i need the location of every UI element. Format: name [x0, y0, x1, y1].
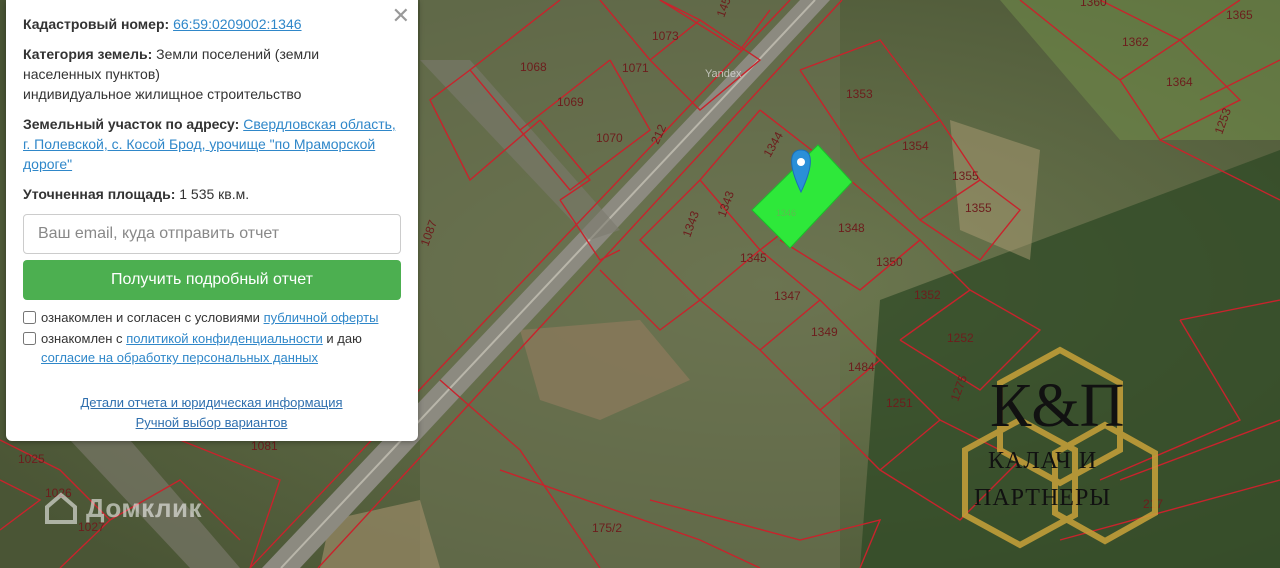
logo-line-1: КАЛАЧ И — [988, 448, 1098, 474]
parcel-info-panel: ✕ Кадастровый номер: 66:59:0209002:1346 … — [6, 0, 418, 441]
consent-offer-checkbox[interactable] — [23, 311, 36, 324]
category-label: Категория земель: — [23, 46, 153, 62]
parcel-label: 1068 — [520, 60, 547, 74]
area-row: Уточненная площадь: 1 535 кв.м. — [23, 184, 400, 204]
logo-line-2: ПАРТНЕРЫ — [974, 485, 1112, 511]
parcel-label: 1071 — [622, 61, 649, 75]
parcel-label: 1345 — [740, 251, 767, 265]
parcel-label: 1360 — [1080, 0, 1107, 9]
yandex-label: Yandex — [705, 68, 742, 80]
consent-offer-text: ознакомлен и согласен с условиями публич… — [41, 308, 378, 327]
manual-selection-link[interactable]: Ручной выбор вариантов — [136, 415, 288, 430]
consent-offer[interactable]: ознакомлен и согласен с условиями публич… — [23, 308, 400, 327]
parcel-label: 1355 — [965, 201, 992, 215]
consent-privacy-label-b: и даю — [326, 331, 362, 346]
domclick-watermark: Домклик — [44, 491, 202, 525]
public-offer-link[interactable]: публичной оферты — [264, 310, 379, 325]
area-value: 1 535 кв.м. — [179, 186, 250, 202]
parcel-label: 1362 — [1122, 35, 1149, 49]
area-label: Уточненная площадь: — [23, 186, 176, 202]
selected-parcel-label: 1346 — [776, 208, 796, 218]
parcel-label: 1252 — [947, 331, 974, 345]
parcel-label: 1364 — [1166, 75, 1193, 89]
consent-privacy-label-a: ознакомлен с — [41, 331, 123, 346]
report-details-link[interactable]: Детали отчета и юридическая информация — [80, 395, 342, 410]
parcel-label: 1073 — [652, 29, 679, 43]
consent-privacy[interactable]: ознакомлен с политикой конфиденциальност… — [23, 329, 400, 367]
category-use: индивидуальное жилищное строительство — [23, 86, 302, 102]
consent-privacy-text: ознакомлен с политикой конфиденциальност… — [41, 329, 400, 367]
watermark-text: Домклик — [86, 492, 202, 523]
privacy-policy-link[interactable]: политикой конфиденциальности — [126, 331, 323, 346]
category-row: Категория земель: Земли поселений (земли… — [23, 44, 400, 104]
domclick-logo-icon — [45, 492, 77, 524]
close-icon[interactable]: ✕ — [392, 4, 410, 28]
personal-data-link[interactable]: согласие на обработку персональных данны… — [41, 350, 318, 365]
parcel-label: 1365 — [1226, 8, 1253, 22]
parcel-label: 1349 — [811, 325, 838, 339]
parcel-label: 1070 — [596, 131, 623, 145]
parcel-label: 1081 — [251, 439, 278, 453]
logo-monogram: К&П — [990, 372, 1125, 440]
parcel-label: 1025 — [18, 452, 45, 466]
cadastral-row: Кадастровый номер: 66:59:0209002:1346 — [23, 14, 400, 34]
cadastral-number-link[interactable]: 66:59:0209002:1346 — [173, 16, 301, 32]
get-report-button[interactable]: Получить подробный отчет — [23, 260, 401, 300]
email-input[interactable] — [23, 214, 401, 254]
address-label: Земельный участок по адресу: — [23, 116, 240, 132]
parcel-label: 1069 — [557, 95, 584, 109]
parcel-label: 1354 — [902, 139, 929, 153]
parcel-label: 1484 — [848, 360, 875, 374]
address-row: Земельный участок по адресу: Свердловска… — [23, 114, 400, 174]
parcel-label: 1350 — [876, 255, 903, 269]
kalach-partners-logo: К&П КАЛАЧ И ПАРТНЕРЫ — [960, 345, 1160, 555]
cadastral-label: Кадастровый номер: — [23, 16, 170, 32]
parcel-label: 1348 — [838, 221, 865, 235]
parcel-label: 1355 — [952, 169, 979, 183]
parcel-label: 175/2 — [592, 521, 622, 535]
consent-offer-label: ознакомлен и согласен с условиями — [41, 310, 260, 325]
parcel-label: 1353 — [846, 87, 873, 101]
parcel-label: 1347 — [774, 289, 801, 303]
parcel-label: 1352 — [914, 288, 941, 302]
consent-privacy-checkbox[interactable] — [23, 332, 36, 345]
panel-links: Детали отчета и юридическая информация Р… — [23, 393, 400, 433]
parcel-label: 1251 — [886, 396, 913, 410]
